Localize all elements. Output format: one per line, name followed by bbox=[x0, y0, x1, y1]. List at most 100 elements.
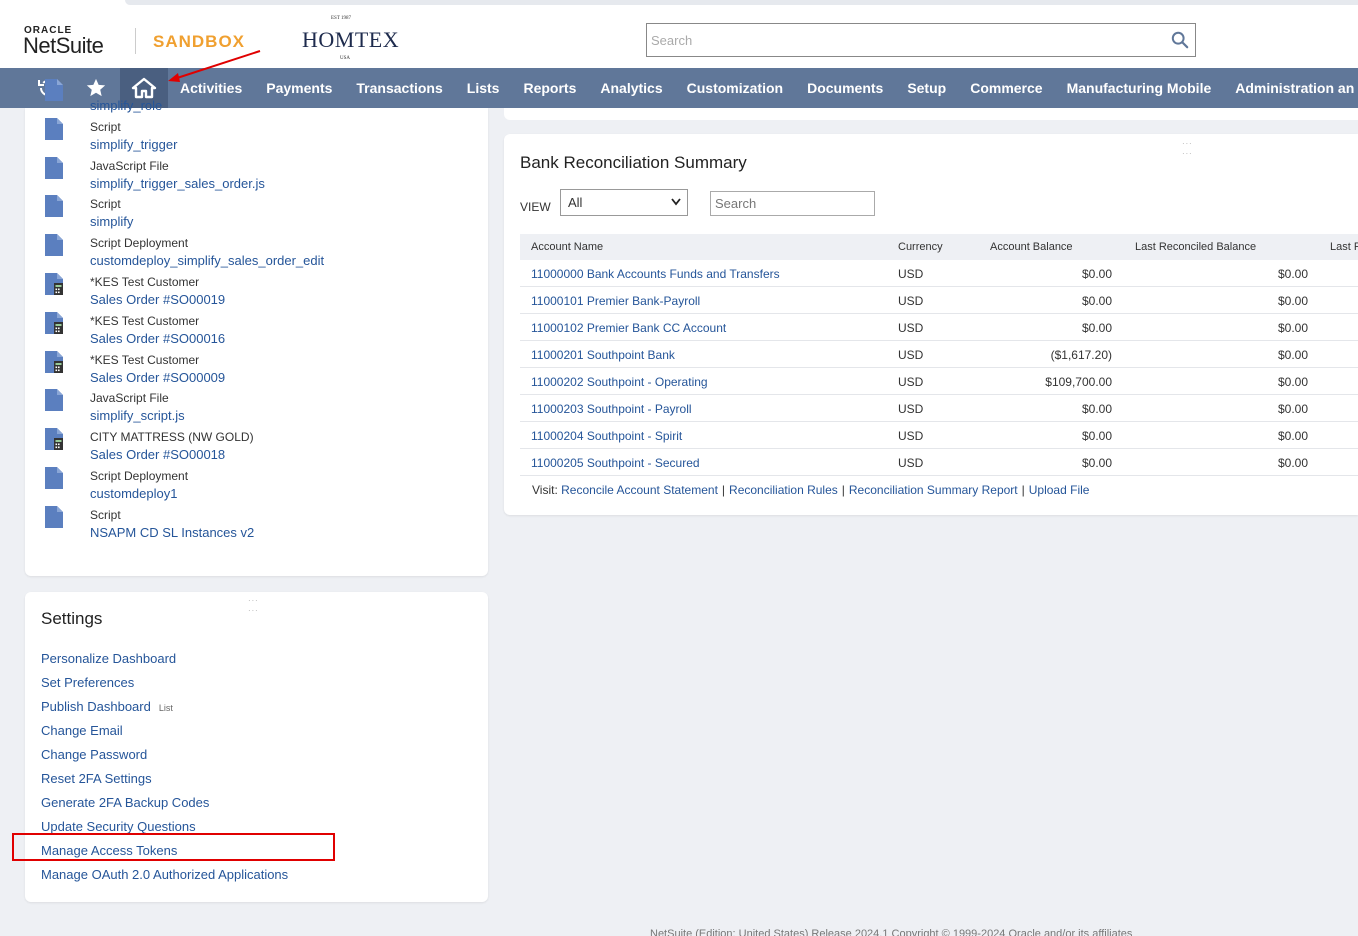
top-strip-bar bbox=[125, 0, 1358, 5]
logo-divider bbox=[135, 28, 136, 54]
nav-reports[interactable]: Reports bbox=[511, 68, 588, 108]
table-row: 11000203 Southpoint - Payroll USD $0.00 $0.… bbox=[520, 395, 1358, 422]
currency-cell: USD bbox=[898, 456, 924, 470]
visit-label: Visit: bbox=[532, 483, 558, 497]
recent-record-link[interactable]: simplify_script.js bbox=[90, 408, 185, 423]
netsuite-logo-text: NetSuite bbox=[23, 33, 104, 58]
nav-analytics[interactable]: Analytics bbox=[588, 68, 674, 108]
set-preferences-link[interactable]: Set Preferences bbox=[41, 675, 134, 690]
nav-customization[interactable]: Customization bbox=[675, 68, 795, 108]
publish-dashboard-link[interactable]: Publish Dashboard bbox=[41, 699, 151, 714]
recent-record-type: JavaScript File bbox=[90, 391, 169, 406]
nav-setup[interactable]: Setup bbox=[895, 68, 958, 108]
bank-search-input[interactable] bbox=[711, 192, 871, 215]
currency-cell: USD bbox=[898, 402, 924, 416]
upload-file-link[interactable]: Upload File bbox=[1029, 483, 1090, 497]
publish-list-link[interactable]: List bbox=[159, 703, 173, 713]
recent-record-link[interactable]: Sales Order #SO00016 bbox=[90, 331, 225, 346]
col-last-reconciled-balance[interactable]: Last Reconciled Balance bbox=[1135, 241, 1256, 253]
account-name-link[interactable]: 11000205 Southpoint - Secured bbox=[531, 456, 700, 470]
account-name-link[interactable]: 11000000 Bank Accounts Funds and Transfe… bbox=[531, 267, 780, 281]
view-select[interactable]: All bbox=[560, 189, 688, 216]
personalize-dashboard-link[interactable]: Personalize Dashboard bbox=[41, 651, 176, 666]
currency-cell: USD bbox=[898, 321, 924, 335]
account-balance-cell: $0.00 bbox=[1081, 321, 1112, 335]
nav-manufacturing-mobile[interactable]: Manufacturing Mobile bbox=[1055, 68, 1224, 108]
account-balance-cell: $0.00 bbox=[1081, 456, 1112, 470]
account-balance-cell: $0.00 bbox=[1081, 267, 1112, 281]
recent-record-link[interactable]: NSAPM CD SL Instances v2 bbox=[90, 525, 254, 540]
recent-record-link[interactable]: customdeploy1 bbox=[90, 486, 177, 501]
recent-record-item: *KES Test Customer Sales Order #SO00016 bbox=[45, 311, 465, 351]
account-balance-cell: $0.00 bbox=[1081, 402, 1112, 416]
reconciliation-summary-report-link[interactable]: Reconciliation Summary Report bbox=[849, 483, 1018, 497]
recent-record-type: Script Deployment bbox=[90, 236, 189, 251]
recent-record-type: *KES Test Customer bbox=[90, 352, 200, 367]
recent-record-item: Script simplify bbox=[45, 195, 465, 234]
nav-commerce[interactable]: Commerce bbox=[958, 68, 1054, 108]
table-row: 11000102 Premier Bank CC Account USD $0.00… bbox=[520, 314, 1358, 341]
col-account-name[interactable]: Account Name bbox=[531, 241, 603, 253]
col-account-balance[interactable]: Account Balance bbox=[990, 241, 1073, 253]
visit-links-row: Visit: Reconcile Account Statement | Recon… bbox=[532, 483, 1089, 497]
account-name-link[interactable]: 11000201 Southpoint Bank bbox=[531, 348, 675, 362]
view-select-value: All bbox=[568, 195, 583, 210]
document-icon bbox=[45, 505, 63, 528]
nav-documents[interactable]: Documents bbox=[795, 68, 895, 108]
browser-top-strip bbox=[0, 0, 1358, 10]
recent-record-item: *KES Test Customer Sales Order #SO00009 bbox=[45, 350, 465, 390]
recent-record-link[interactable]: Sales Order #SO00019 bbox=[90, 292, 225, 307]
transaction-icon bbox=[45, 428, 63, 451]
account-name-link[interactable]: 11000203 Southpoint - Payroll bbox=[531, 402, 692, 416]
recent-record-link[interactable]: simplify_trigger bbox=[90, 137, 177, 152]
account-name-link[interactable]: 11000101 Premier Bank-Payroll bbox=[531, 294, 700, 308]
col-last-reconciled-date[interactable]: Last R bbox=[1330, 241, 1358, 253]
recent-record-type: *KES Test Customer bbox=[90, 313, 200, 328]
update-security-questions-link[interactable]: Update Security Questions bbox=[41, 819, 196, 834]
recent-record-type: JavaScript File bbox=[90, 158, 169, 173]
search-icon[interactable] bbox=[1171, 31, 1189, 49]
change-password-link[interactable]: Change Password bbox=[41, 747, 147, 762]
recent-record-link[interactable]: customdeploy_simplify_sales_order_edit bbox=[90, 253, 324, 268]
account-name-link[interactable]: 11000204 Southpoint - Spirit bbox=[531, 429, 682, 443]
document-icon bbox=[45, 156, 63, 179]
recent-record-link[interactable]: simplify_role bbox=[90, 98, 162, 113]
chevron-down-icon bbox=[671, 198, 681, 206]
recent-record-link[interactable]: simplify bbox=[90, 214, 133, 229]
table-row: 11000204 Southpoint - Spirit USD $0.00 $0.0… bbox=[520, 422, 1358, 449]
last-reconciled-balance-cell: $0.00 bbox=[1277, 429, 1308, 443]
reset-2fa-link[interactable]: Reset 2FA Settings bbox=[41, 771, 152, 786]
separator: | bbox=[1021, 483, 1025, 497]
annotation-highlight-box bbox=[12, 833, 335, 861]
table-row: 11000000 Bank Accounts Funds and Transfe… bbox=[520, 260, 1358, 287]
last-reconciled-balance-cell: $0.00 bbox=[1277, 321, 1308, 335]
settings-title: Settings bbox=[41, 609, 103, 628]
reconcile-account-statement-link[interactable]: Reconcile Account Statement bbox=[561, 483, 718, 497]
account-name-link[interactable]: 11000102 Premier Bank CC Account bbox=[531, 321, 726, 335]
recent-record-link[interactable]: simplify_trigger_sales_order.js bbox=[90, 176, 265, 191]
table-row: 11000205 Southpoint - Secured USD $0.00 $0.… bbox=[520, 449, 1358, 476]
separator: | bbox=[841, 483, 845, 497]
currency-cell: USD bbox=[898, 267, 924, 281]
global-search-input[interactable] bbox=[647, 24, 1157, 56]
recent-record-link[interactable]: Sales Order #SO00009 bbox=[90, 370, 225, 385]
transaction-icon bbox=[45, 273, 63, 295]
reconciliation-rules-link[interactable]: Reconciliation Rules bbox=[729, 483, 838, 497]
recent-record-type: Script bbox=[90, 507, 121, 522]
generate-2fa-backup-codes-link[interactable]: Generate 2FA Backup Codes bbox=[41, 795, 209, 810]
drag-handle[interactable]: ∙∙∙ ∙∙∙ bbox=[248, 595, 259, 615]
recent-record-link[interactable]: Sales Order #SO00018 bbox=[90, 447, 225, 462]
page-footer: NetSuite (Edition: United States) Releas… bbox=[650, 928, 1133, 936]
currency-cell: USD bbox=[898, 429, 924, 443]
bank-reconciliation-portlet: ∙∙∙ ∙∙∙ Bank Reconciliation Summary VIEW … bbox=[504, 134, 1358, 515]
homtex-est-text: EST 1987 bbox=[331, 16, 352, 21]
manage-oauth-apps-link[interactable]: Manage OAuth 2.0 Authorized Applications bbox=[41, 867, 288, 882]
change-email-link[interactable]: Change Email bbox=[41, 723, 123, 738]
account-name-link[interactable]: 11000202 Southpoint - Operating bbox=[531, 375, 708, 389]
recent-records-portlet: simplify_role Script simplify_trigger JavaS… bbox=[25, 79, 488, 576]
drag-handle[interactable]: ∙∙∙ ∙∙∙ bbox=[1182, 138, 1193, 158]
table-row: 11000101 Premier Bank-Payroll USD $0.00 $0.… bbox=[520, 287, 1358, 314]
col-currency[interactable]: Currency bbox=[898, 241, 943, 253]
nav-administration[interactable]: Administration an bbox=[1223, 68, 1358, 108]
recent-record-type: Script bbox=[90, 119, 121, 134]
